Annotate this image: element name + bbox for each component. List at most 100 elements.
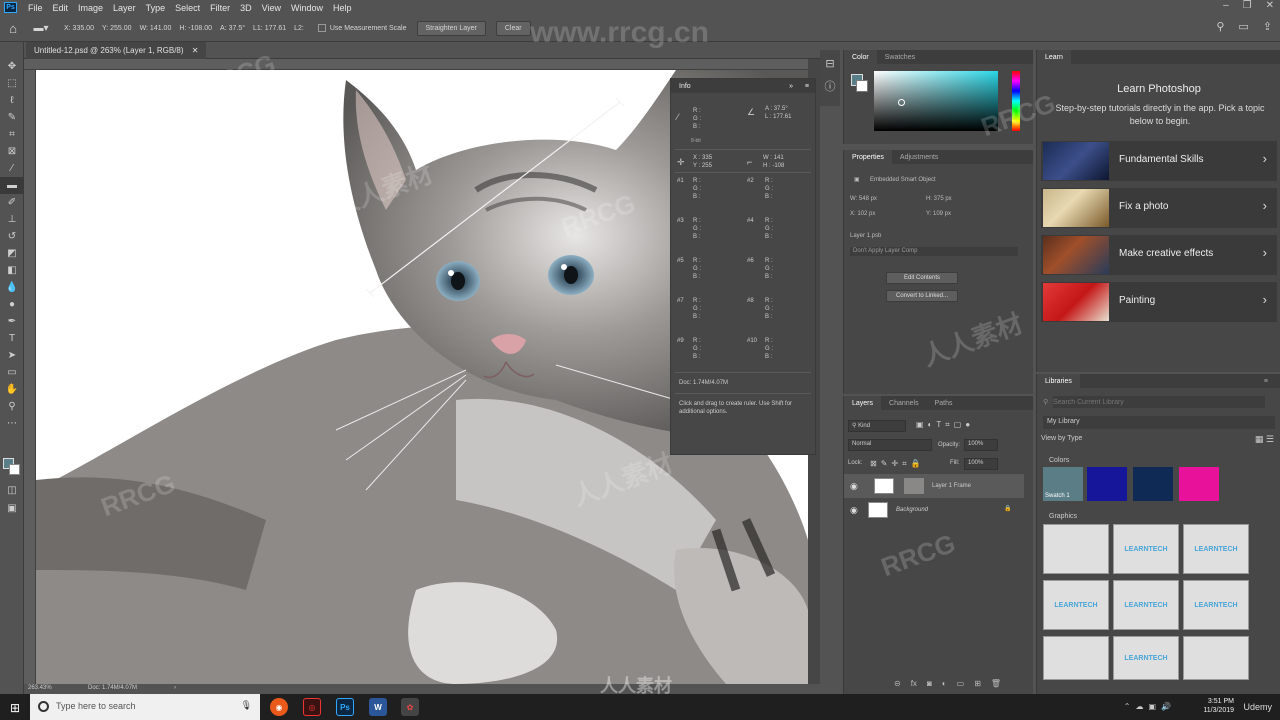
visibility-eye-icon[interactable]: ◉ bbox=[850, 481, 858, 492]
lock-icons[interactable]: ⊠✎✛⌗🔒 bbox=[870, 459, 925, 469]
tab-color[interactable]: Color bbox=[844, 50, 877, 64]
dodge-tool-icon[interactable]: ● bbox=[0, 296, 24, 313]
creative-cloud-icon[interactable]: ◎ bbox=[303, 698, 321, 716]
lasso-tool-icon[interactable]: ℓ bbox=[0, 92, 24, 109]
tab-swatches[interactable]: Swatches bbox=[877, 54, 923, 61]
photoshop-taskbar-icon[interactable]: Ps bbox=[336, 698, 354, 716]
gradient-tool-icon[interactable]: ◧ bbox=[0, 262, 24, 279]
crop-tool-icon[interactable]: ⌗ bbox=[0, 126, 24, 143]
graphic-tile[interactable]: LEARNTECH bbox=[1113, 580, 1179, 630]
tab-paths[interactable]: Paths bbox=[927, 400, 961, 407]
delete-layer-icon[interactable]: 🗑 bbox=[991, 679, 1001, 688]
system-tray-icons[interactable]: ⌃☁▣🔊 bbox=[1124, 702, 1176, 711]
history-panel-icon[interactable]: ⊟ bbox=[820, 53, 840, 73]
menu-layer[interactable]: Layer bbox=[108, 3, 141, 13]
ruler-tool-selected-icon[interactable]: ▬ bbox=[0, 177, 24, 194]
home-icon[interactable]: ⌂ bbox=[0, 21, 26, 36]
panel-menu-icon[interactable]: ≡ bbox=[805, 83, 809, 90]
screen-mode-icon[interactable]: ▣ bbox=[0, 500, 24, 517]
library-search-input[interactable] bbox=[1053, 396, 1265, 408]
learn-card-painting[interactable]: Painting › bbox=[1041, 282, 1277, 322]
shape-tool-icon[interactable]: ▭ bbox=[0, 364, 24, 381]
adjustment-layer-icon[interactable]: ◐ bbox=[942, 679, 947, 688]
graphic-tile[interactable]: LEARNTECH bbox=[1183, 524, 1249, 574]
library-swatch-3[interactable] bbox=[1133, 467, 1173, 501]
color-picker-field[interactable] bbox=[874, 71, 998, 131]
fx-icon[interactable]: fx bbox=[911, 679, 917, 688]
new-layer-icon[interactable]: ⊞ bbox=[974, 679, 981, 688]
word-icon[interactable]: W bbox=[369, 698, 387, 716]
clear-button[interactable]: Clear bbox=[495, 20, 531, 36]
convert-to-linked-button[interactable]: Convert to Linked... bbox=[886, 290, 958, 302]
tab-properties[interactable]: Properties bbox=[844, 150, 892, 164]
view-by-type[interactable]: View by Type bbox=[1041, 435, 1082, 442]
move-tool-icon[interactable]: ✥ bbox=[0, 58, 24, 75]
history-brush-icon[interactable]: ↺ bbox=[0, 228, 24, 245]
pen-tool-icon[interactable]: ✒ bbox=[0, 313, 24, 330]
graphic-tile[interactable] bbox=[1183, 636, 1249, 680]
menu-file[interactable]: File bbox=[23, 3, 48, 13]
graphic-tile[interactable]: LEARNTECH bbox=[1183, 580, 1249, 630]
menu-filter[interactable]: Filter bbox=[205, 3, 235, 13]
library-swatch-4[interactable] bbox=[1179, 467, 1219, 501]
menu-type[interactable]: Type bbox=[141, 3, 171, 13]
link-layers-icon[interactable]: ⊝ bbox=[894, 679, 901, 688]
tab-learn[interactable]: Learn bbox=[1037, 50, 1071, 64]
marquee-tool-icon[interactable]: ⬚ bbox=[0, 75, 24, 92]
blur-tool-icon[interactable]: 💧 bbox=[0, 279, 24, 296]
taskbar-clock[interactable]: 3:51 PM 11/3/2019 bbox=[1203, 697, 1234, 715]
info-panel-icon[interactable]: ⓘ bbox=[820, 76, 840, 96]
blend-mode-select[interactable]: Normal bbox=[848, 439, 932, 451]
frame-tool-icon[interactable]: ⊠ bbox=[0, 143, 24, 160]
menu-3d[interactable]: 3D bbox=[235, 3, 257, 13]
search-icon[interactable]: ⚲ bbox=[1216, 20, 1224, 33]
brush-tool-icon[interactable]: ✐ bbox=[0, 194, 24, 211]
info-panel-title[interactable]: Info bbox=[679, 83, 691, 90]
layer-row-background[interactable]: ◉ Background 🔒 bbox=[844, 498, 1024, 522]
close-tab-icon[interactable]: ✕ bbox=[192, 46, 199, 55]
menu-help[interactable]: Help bbox=[328, 3, 357, 13]
menu-edit[interactable]: Edit bbox=[48, 3, 74, 13]
fill-field[interactable]: 100% bbox=[964, 458, 998, 470]
maximize-icon[interactable]: ❐ bbox=[1243, 0, 1252, 11]
status-arrow-icon[interactable]: › bbox=[174, 685, 176, 691]
close-icon[interactable]: ✕ bbox=[1266, 0, 1274, 11]
layer-filter-kind[interactable]: ⚲ Kind bbox=[848, 420, 906, 432]
color-picker-cursor[interactable] bbox=[898, 99, 905, 106]
tab-libraries[interactable]: Libraries bbox=[1037, 374, 1080, 388]
graphic-tile[interactable]: LEARNTECH bbox=[1113, 524, 1179, 574]
learn-card-creative-effects[interactable]: Make creative effects › bbox=[1041, 235, 1277, 275]
path-select-tool-icon[interactable]: ➤ bbox=[0, 347, 24, 364]
layer-row-layer1-frame[interactable]: ◉ Layer 1 Frame bbox=[844, 474, 1024, 498]
hue-slider[interactable] bbox=[1012, 71, 1020, 131]
taskbar-search[interactable]: Type here to search 🎙 bbox=[30, 694, 260, 720]
stamp-tool-icon[interactable]: ⊥ bbox=[0, 211, 24, 228]
quick-select-tool-icon[interactable]: ✎ bbox=[0, 109, 24, 126]
learn-card-fix-photo[interactable]: Fix a photo › bbox=[1041, 188, 1277, 228]
microphone-icon[interactable]: 🎙 bbox=[241, 700, 252, 711]
library-swatch-2[interactable] bbox=[1087, 467, 1127, 501]
share-icon[interactable]: ⇪ bbox=[1263, 20, 1272, 33]
library-swatch-1[interactable]: Swatch 1 bbox=[1043, 467, 1083, 501]
document-tab[interactable]: Untitled-12.psd @ 263% (Layer 1, RGB/8) … bbox=[26, 42, 207, 59]
eraser-tool-icon[interactable]: ◩ bbox=[0, 245, 24, 262]
background-color-swatch[interactable] bbox=[9, 464, 20, 475]
more-tools-icon[interactable]: ⋯ bbox=[0, 415, 24, 432]
menu-image[interactable]: Image bbox=[73, 3, 108, 13]
minimize-icon[interactable]: – bbox=[1223, 0, 1229, 11]
menu-window[interactable]: Window bbox=[286, 3, 328, 13]
menu-select[interactable]: Select bbox=[170, 3, 205, 13]
graphic-tile[interactable] bbox=[1043, 524, 1109, 574]
learn-card-fundamental[interactable]: Fundamental Skills › bbox=[1041, 141, 1277, 181]
quick-mask-icon[interactable]: ◫ bbox=[0, 482, 24, 499]
tab-adjustments[interactable]: Adjustments bbox=[892, 154, 947, 161]
hand-tool-icon[interactable]: ✋ bbox=[0, 381, 24, 398]
straighten-layer-button[interactable]: Straighten Layer bbox=[416, 20, 486, 36]
firefox-icon[interactable]: ◉ bbox=[270, 698, 288, 716]
library-select[interactable]: My Library bbox=[1043, 416, 1275, 429]
graphic-tile[interactable]: LEARNTECH bbox=[1113, 636, 1179, 680]
visibility-eye-icon[interactable]: ◉ bbox=[850, 505, 858, 516]
menu-view[interactable]: View bbox=[257, 3, 286, 13]
new-group-icon[interactable]: ▭ bbox=[957, 679, 965, 688]
opacity-field[interactable]: 100% bbox=[964, 439, 998, 451]
